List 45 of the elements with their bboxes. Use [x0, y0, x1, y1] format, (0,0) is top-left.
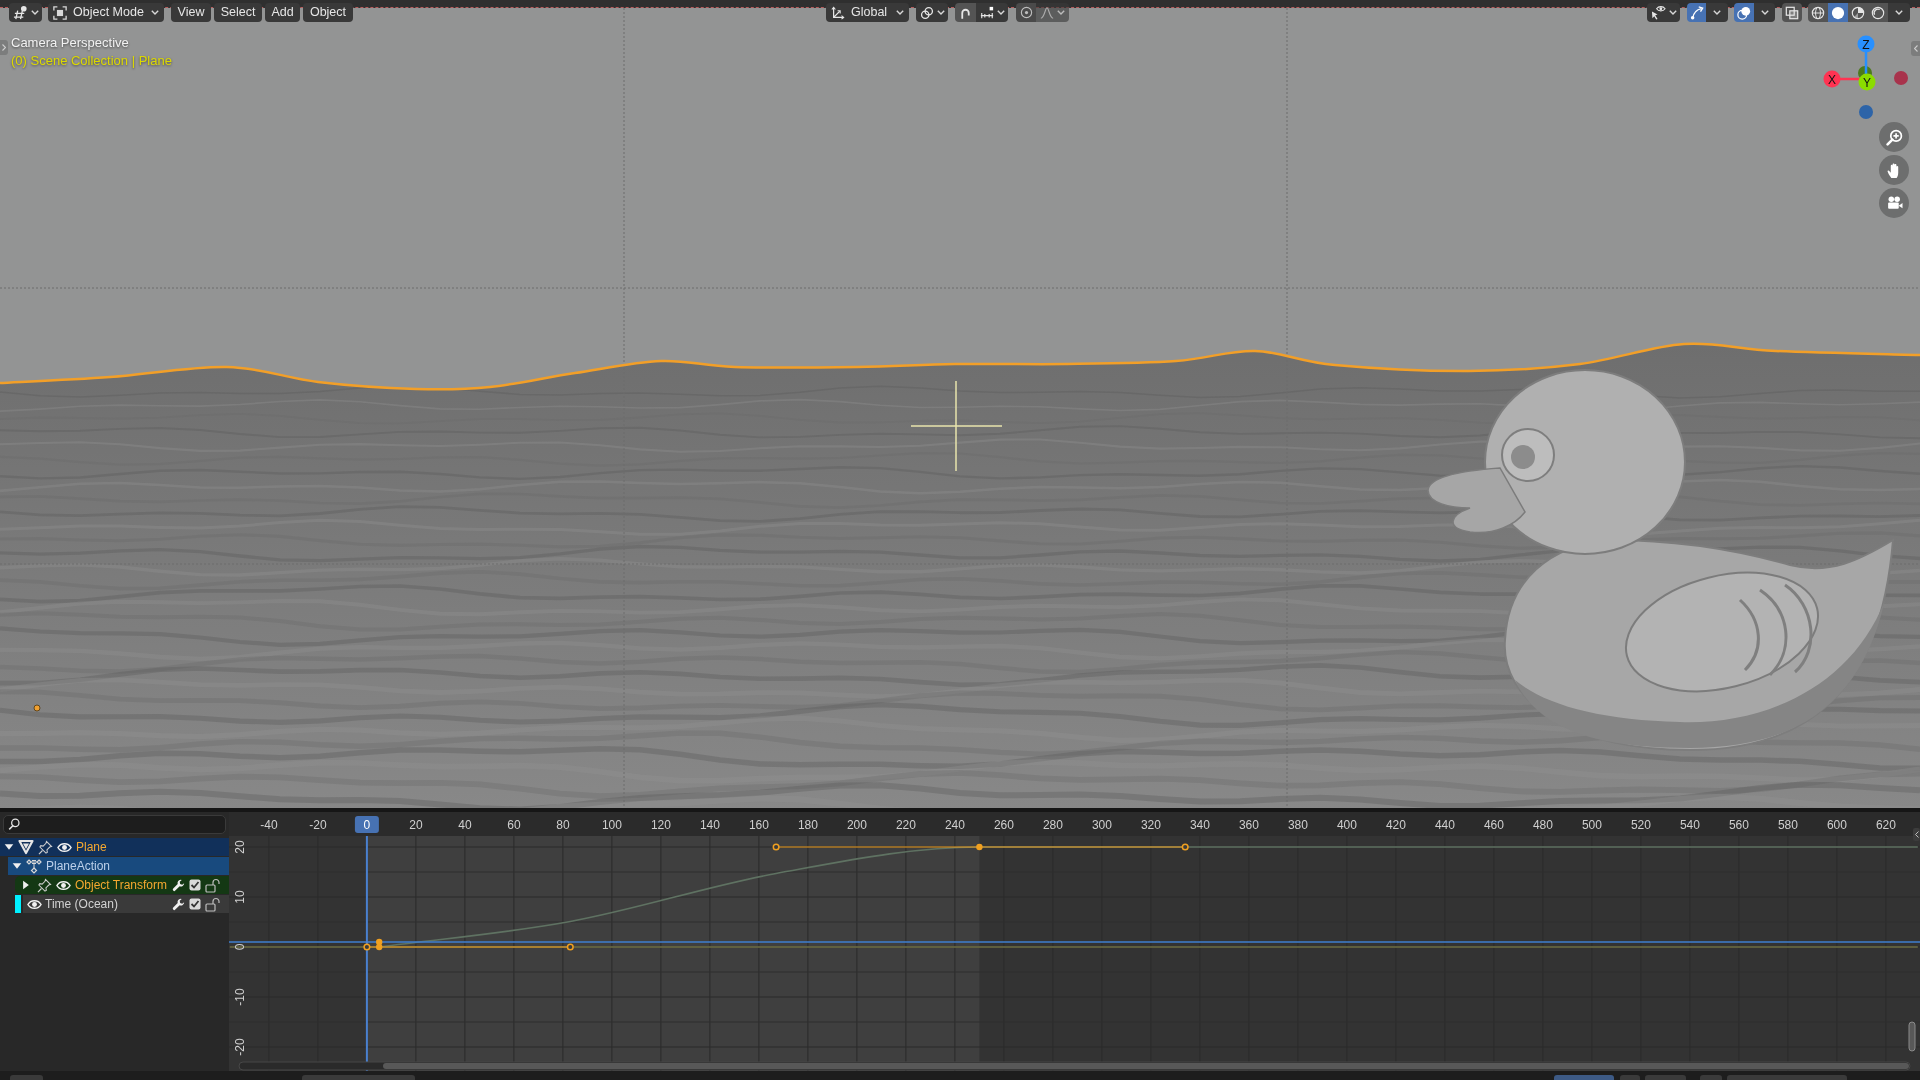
value-tick-label: 0	[233, 943, 247, 951]
frame-tick-label: 540	[1679, 818, 1700, 832]
frame-tick-label: 340	[1189, 818, 1210, 832]
frame-tick-label: 400	[1336, 818, 1357, 832]
frame-tick-label: 620	[1875, 818, 1896, 832]
frame-tick-label: 480	[1532, 818, 1553, 832]
channel-label: Plane	[76, 840, 107, 854]
frame-tick-label: 320	[1140, 818, 1161, 832]
frame-tick-label: 140	[699, 818, 720, 832]
channel-label: PlaneAction	[46, 859, 111, 873]
frame-tick-label: 300	[1091, 818, 1112, 832]
frame-tick-label: -20	[309, 818, 327, 832]
object-info-label: (0) Scene Collection | Plane	[11, 53, 172, 68]
channel-label: Object Transform	[75, 878, 168, 892]
value-tick-label: -10	[233, 988, 247, 1006]
frame-tick-label: 180	[797, 818, 818, 832]
frame-tick-label: 280	[1042, 818, 1063, 832]
value-tick-label: -20	[233, 1038, 247, 1056]
frame-tick-label: 40	[458, 818, 472, 832]
frame-tick-label: 440	[1434, 818, 1455, 832]
frame-tick-label: 420	[1385, 818, 1406, 832]
frame-tick-label: 600	[1826, 818, 1847, 832]
frame-tick-label: 460	[1483, 818, 1504, 832]
frame-tick-label: 120	[650, 818, 671, 832]
frame-tick-label: 200	[846, 818, 867, 832]
frame-tick-label: 100	[601, 818, 622, 832]
frame-tick-label: -40	[260, 818, 278, 832]
frame-tick-label: 240	[944, 818, 965, 832]
frame-tick-label: 360	[1238, 818, 1259, 832]
frame-tick-label: 380	[1287, 818, 1308, 832]
frame-tick-label: 520	[1630, 818, 1651, 832]
frame-tick-label: 220	[895, 818, 916, 832]
frame-tick-label: 80	[556, 818, 570, 832]
frame-tick-label: 560	[1728, 818, 1749, 832]
frame-tick-label: 500	[1581, 818, 1602, 832]
value-tick-label: 10	[233, 890, 247, 904]
view-name-label: Camera Perspective	[11, 35, 130, 50]
frame-tick-label: 60	[507, 818, 521, 832]
frame-tick-label: 260	[993, 818, 1014, 832]
ref-line-label: 0	[363, 818, 371, 832]
frame-tick-label: 160	[748, 818, 769, 832]
channel-label: Time (Ocean)	[45, 897, 118, 911]
frame-tick-label: 20	[409, 818, 423, 832]
value-tick-label: 20	[233, 840, 247, 854]
frame-tick-label: 580	[1777, 818, 1798, 832]
